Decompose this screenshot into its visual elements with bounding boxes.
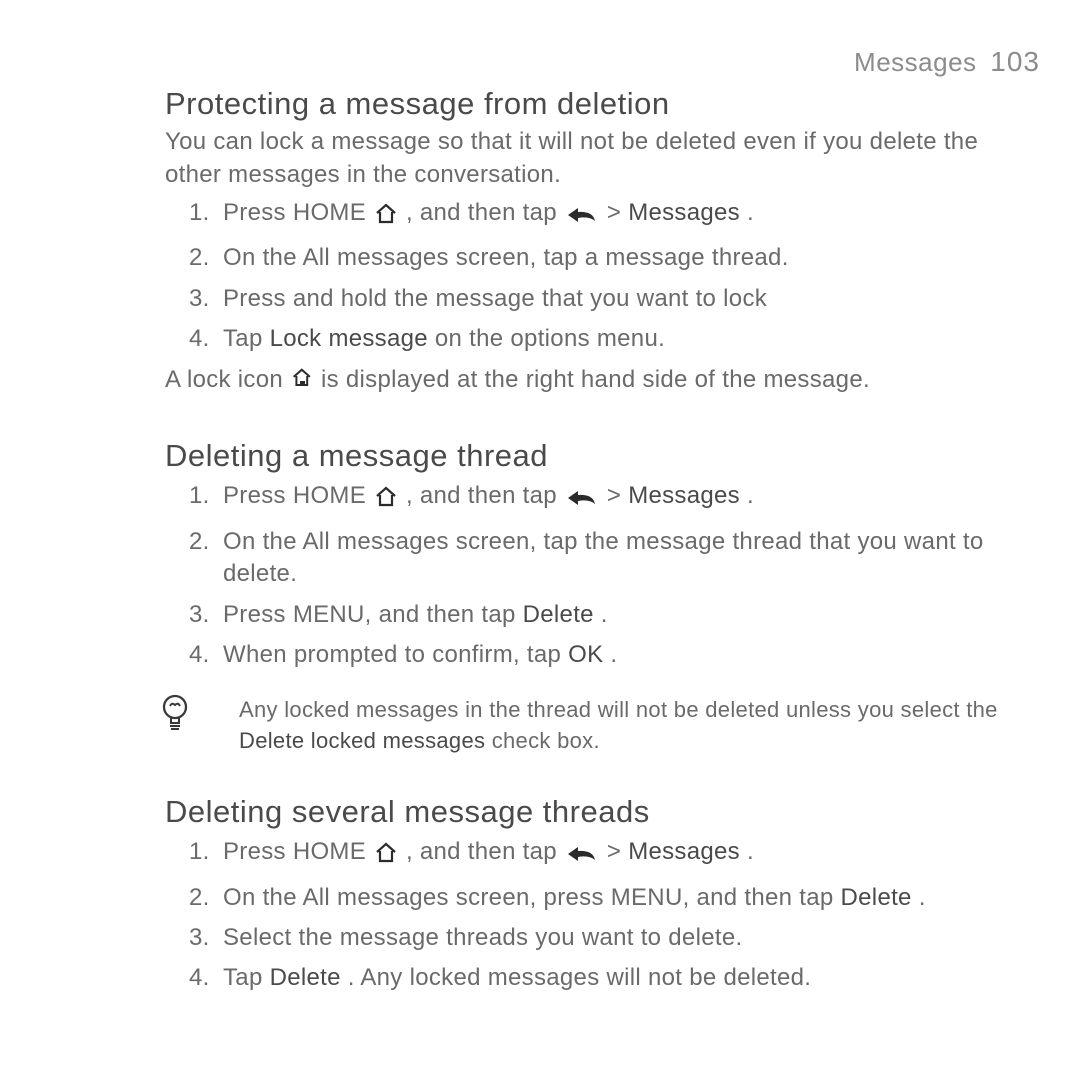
header-page-number: 103 [990, 46, 1040, 77]
tip-text-part: Any locked messages in the thread will n… [239, 697, 998, 722]
step-text-bold: Lock message [270, 325, 428, 352]
step-text: Tap [223, 325, 270, 352]
steps-list: Press HOME , and then tap > Messages . O… [165, 197, 1040, 356]
step-text: , and then tap [406, 482, 564, 509]
step-text: . [919, 884, 926, 911]
step-text: > [607, 199, 628, 226]
back-arrow-icon [565, 202, 599, 234]
steps-list: Press HOME , and then tap > Messages . O… [165, 480, 1040, 671]
step-text: , and then tap [406, 199, 564, 226]
step-text: > [607, 838, 628, 865]
step-text: . [747, 838, 754, 865]
step-text: On the All messages screen, press MENU, … [223, 884, 841, 911]
step-text: on the options menu. [435, 325, 665, 352]
step-text: Press HOME [223, 482, 373, 509]
after-steps-note: A lock icon is displayed at the right ha… [165, 364, 1040, 400]
step-text: Select the message threads you want to d… [223, 924, 742, 951]
section-title: Protecting a message from deletion [165, 84, 1040, 124]
home-icon [374, 840, 398, 872]
step-text: . [747, 482, 754, 509]
step-text: Tap [223, 964, 270, 991]
step-text: When prompted to confirm, tap [223, 641, 568, 668]
step-text: . [610, 641, 617, 668]
step-item: Tap Delete . Any locked messages will no… [223, 962, 1040, 994]
step-text: Press HOME [223, 838, 373, 865]
lock-icon [291, 367, 313, 400]
step-text: On the All messages screen, tap a messag… [223, 244, 789, 271]
step-text: Press MENU, and then tap [223, 601, 523, 628]
step-item: On the All messages screen, tap a messag… [223, 242, 1040, 274]
step-item: On the All messages screen, tap the mess… [223, 526, 1040, 591]
step-text-bold: Delete [523, 601, 594, 628]
steps-list: Press HOME , and then tap > Messages . O… [165, 836, 1040, 995]
step-text: . Any locked messages will not be delete… [348, 964, 812, 991]
step-item: On the All messages screen, press MENU, … [223, 882, 1040, 914]
section-deleting-several: Deleting several message threads Press H… [165, 792, 1040, 995]
step-item: Press HOME , and then tap > Messages . [223, 836, 1040, 873]
tip-icon [159, 693, 193, 738]
home-icon [374, 484, 398, 516]
step-text-bold: Delete [270, 964, 341, 991]
step-text: > [607, 482, 628, 509]
back-arrow-icon [565, 485, 599, 517]
note-text: A lock icon [165, 366, 290, 393]
step-text: On the All messages screen, tap the mess… [223, 528, 984, 587]
section-title: Deleting several message threads [165, 792, 1040, 832]
step-item: Select the message threads you want to d… [223, 922, 1040, 954]
section-deleting-thread: Deleting a message thread Press HOME , a… [165, 436, 1040, 756]
tip-row: Any locked messages in the thread will n… [165, 695, 1040, 756]
page: Messages 103 Protecting a message from d… [0, 0, 1080, 1080]
step-item: Press MENU, and then tap Delete . [223, 599, 1040, 631]
step-text: . [601, 601, 608, 628]
step-text-bold: Messages [628, 482, 740, 509]
step-text: . [747, 199, 754, 226]
step-item: Press and hold the message that you want… [223, 283, 1040, 315]
page-header: Messages 103 [854, 46, 1040, 78]
header-section: Messages [854, 47, 977, 77]
step-text-bold: Messages [628, 838, 740, 865]
tip-text-bold: Delete locked messages [239, 728, 485, 753]
section-intro: You can lock a message so that it will n… [165, 126, 1040, 191]
step-item: Press HOME , and then tap > Messages . [223, 197, 1040, 234]
step-text: Press HOME [223, 199, 373, 226]
back-arrow-icon [565, 841, 599, 873]
step-text-bold: Messages [628, 199, 740, 226]
step-item: When prompted to confirm, tap OK . [223, 639, 1040, 671]
step-text-bold: Delete [841, 884, 912, 911]
home-icon [374, 201, 398, 233]
step-item: Press HOME , and then tap > Messages . [223, 480, 1040, 517]
tip-text: Any locked messages in the thread will n… [239, 695, 1040, 756]
step-text: , and then tap [406, 838, 564, 865]
step-text: Press and hold the message that you want… [223, 285, 767, 312]
step-text-bold: OK [568, 641, 603, 668]
tip-text-part: check box. [492, 728, 600, 753]
step-item: Tap Lock message on the options menu. [223, 323, 1040, 355]
section-protecting: Protecting a message from deletion You c… [165, 84, 1040, 400]
section-title: Deleting a message thread [165, 436, 1040, 476]
note-text: is displayed at the right hand side of t… [321, 366, 870, 393]
